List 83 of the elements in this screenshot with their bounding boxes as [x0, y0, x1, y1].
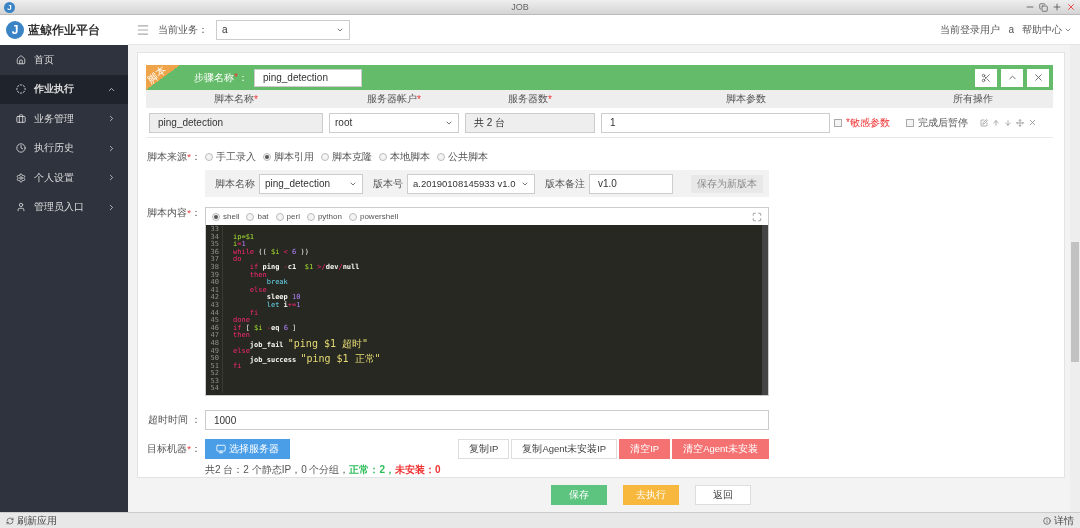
collapse-button[interactable] — [1001, 68, 1023, 87]
logo-icon: J — [6, 21, 24, 39]
scrollbar-thumb[interactable] — [1071, 242, 1079, 362]
sensitive-label: *敏感参数 — [846, 115, 890, 130]
close-icon — [1032, 72, 1044, 83]
column-header: 服务器帐户* — [326, 90, 462, 108]
params-field[interactable]: 1 — [601, 112, 831, 133]
menu-icon[interactable] — [136, 22, 150, 37]
version-select[interactable]: a.20190108145933 v1.0 — [407, 173, 535, 194]
source-radio[interactable]: 手工录入 — [205, 150, 256, 164]
sidebar-item[interactable]: 首页 — [0, 45, 128, 75]
sidebar-item[interactable]: 执行历史 — [0, 133, 128, 163]
column-header: 服务器数* — [462, 90, 598, 108]
app-name: 蓝鲸作业平台 — [28, 21, 100, 39]
plus-icon[interactable] — [1052, 2, 1062, 12]
pause-label: 完成后暂停 — [918, 115, 968, 130]
move-icon[interactable] — [1016, 118, 1024, 127]
app-icon: J — [4, 1, 15, 13]
scissors-icon — [981, 72, 991, 83]
timeout-label: 超时时间 ： — [147, 413, 202, 427]
info-icon — [1043, 516, 1051, 525]
restore-icon[interactable] — [1039, 2, 1048, 12]
language-radio[interactable]: powershell — [348, 212, 399, 221]
script-select[interactable]: ping_detection — [259, 173, 363, 194]
gear-icon — [16, 172, 26, 183]
home-icon — [16, 54, 26, 65]
window-title: JOB — [511, 2, 529, 12]
step-tag: 脚本 — [146, 64, 168, 86]
script-name-field: ping_detection — [149, 112, 323, 133]
source-radio[interactable]: 脚本克隆 — [321, 150, 372, 164]
account-select[interactable]: root — [329, 112, 459, 133]
monitor-icon — [216, 444, 226, 454]
step-name-label: 步骤名称*： — [194, 70, 248, 85]
timeout-field[interactable]: 1000 — [205, 410, 769, 430]
back-button[interactable]: 返回 — [695, 485, 751, 505]
target-button[interactable]: 复制Agent未安装IP — [511, 439, 618, 459]
language-radio[interactable]: python — [306, 212, 342, 221]
circle-icon — [16, 84, 26, 95]
step-name-field[interactable]: ping_detection — [253, 68, 362, 87]
server-count-field: 共 2 台 — [465, 112, 595, 133]
language-radio[interactable]: perl — [275, 212, 300, 221]
sensitive-checkbox[interactable] — [834, 118, 843, 127]
target-button[interactable]: 复制IP — [458, 439, 510, 459]
arrow-down-icon[interactable] — [1004, 118, 1012, 127]
language-radio[interactable]: shell — [212, 212, 240, 221]
version-note-field[interactable]: v1.0 — [589, 173, 673, 194]
pause-checkbox[interactable] — [906, 118, 914, 127]
sidebar-item[interactable]: 管理员入口 — [0, 192, 128, 222]
clock-icon — [16, 143, 26, 154]
close-icon[interactable] — [1066, 2, 1076, 12]
sidebar-item[interactable]: 作业执行 — [0, 74, 128, 104]
sidebar-item[interactable]: 个人设置 — [0, 163, 128, 193]
person-icon — [16, 202, 26, 213]
script-name-label: 脚本名称 — [215, 176, 255, 191]
source-label: 脚本来源*： — [146, 150, 202, 164]
business-label: 当前业务： — [158, 22, 208, 37]
user-name: a — [1008, 24, 1014, 35]
target-label: 目标机器*： — [146, 442, 202, 456]
cut-button[interactable] — [975, 68, 997, 87]
version-label: 版本号 — [373, 176, 403, 191]
source-radio[interactable]: 公共脚本 — [437, 150, 488, 164]
source-radio[interactable]: 本地脚本 — [379, 150, 430, 164]
content-label: 脚本内容*： — [146, 207, 202, 220]
column-header: 脚本参数 — [598, 90, 893, 108]
language-radio[interactable]: bat — [246, 212, 269, 221]
refresh-icon — [6, 516, 14, 525]
fullscreen-icon[interactable] — [752, 211, 762, 222]
target-summary: 共2 台：2 个静态IP，0 个分组，正常：2，未安装：0 — [205, 463, 442, 477]
details-button[interactable]: 详情 — [1043, 513, 1074, 528]
close-button[interactable] — [1027, 68, 1049, 87]
edit-icon[interactable] — [980, 118, 988, 127]
briefcase-icon — [16, 113, 26, 124]
column-header: 所有操作 — [893, 90, 1053, 108]
user-label: 当前登录用户 — [940, 22, 1001, 37]
refresh-app-button[interactable]: 刷新应用 — [6, 513, 57, 528]
business-select[interactable]: a — [216, 19, 350, 40]
close-icon[interactable] — [1028, 118, 1037, 127]
sidebar-item[interactable]: 业务管理 — [0, 104, 128, 134]
source-radio[interactable]: 脚本引用 — [263, 150, 314, 164]
column-header: 脚本名称* — [146, 90, 326, 108]
arrow-up-icon[interactable] — [992, 118, 1000, 127]
help-menu[interactable]: 帮助中心 — [1022, 22, 1072, 37]
version-note-label: 版本备注 — [545, 176, 585, 191]
